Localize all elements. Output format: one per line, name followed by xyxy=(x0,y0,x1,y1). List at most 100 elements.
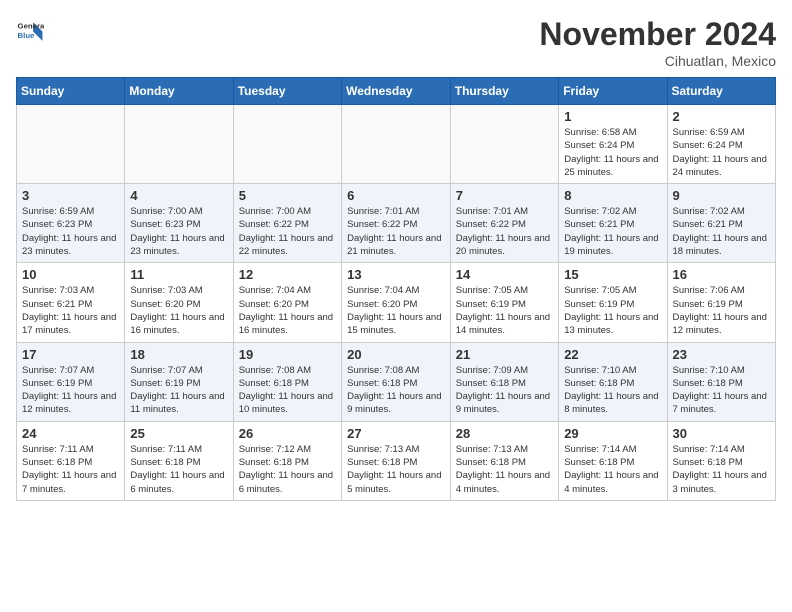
day-number: 5 xyxy=(239,188,336,203)
calendar-day: 17Sunrise: 7:07 AM Sunset: 6:19 PM Dayli… xyxy=(17,342,125,421)
calendar-week: 17Sunrise: 7:07 AM Sunset: 6:19 PM Dayli… xyxy=(17,342,776,421)
calendar-day: 13Sunrise: 7:04 AM Sunset: 6:20 PM Dayli… xyxy=(342,263,451,342)
calendar-day: 15Sunrise: 7:05 AM Sunset: 6:19 PM Dayli… xyxy=(559,263,667,342)
day-number: 19 xyxy=(239,347,336,362)
day-info: Sunrise: 7:00 AM Sunset: 6:22 PM Dayligh… xyxy=(239,205,336,258)
day-number: 4 xyxy=(130,188,227,203)
day-info: Sunrise: 7:07 AM Sunset: 6:19 PM Dayligh… xyxy=(22,364,119,417)
calendar-week: 24 Sunrise: 7:11 AM Sunset: 6:18 PM Dayli… xyxy=(17,421,776,500)
calendar-day: 22 Sunrise: 7:10 AM Sunset: 6:18 PM Dayli… xyxy=(559,342,667,421)
weekday-header: Tuesday xyxy=(233,78,341,105)
day-number: 27 xyxy=(347,426,445,441)
day-info: Sunrise: 6:59 AM Sunset: 6:23 PM Dayligh… xyxy=(22,205,119,258)
calendar-day: 19 Sunrise: 7:08 AM Sunset: 6:18 PM Dayli… xyxy=(233,342,341,421)
day-info: Sunrise: 7:05 AM Sunset: 6:19 PM Dayligh… xyxy=(564,284,661,337)
calendar-day xyxy=(125,105,233,184)
day-info: Sunrise: 7:06 AM Sunset: 6:19 PM Dayligh… xyxy=(673,284,771,337)
svg-text:Blue: Blue xyxy=(18,31,36,40)
calendar-day: 12 Sunrise: 7:04 AM Sunset: 6:20 PM Dayli… xyxy=(233,263,341,342)
day-info: Sunrise: 7:01 AM Sunset: 6:22 PM Dayligh… xyxy=(347,205,445,258)
calendar-day: 30 Sunrise: 7:14 AM Sunset: 6:18 PM Dayli… xyxy=(667,421,776,500)
day-number: 25 xyxy=(130,426,227,441)
day-number: 18 xyxy=(130,347,227,362)
calendar-day: 25 Sunrise: 7:11 AM Sunset: 6:18 PM Dayli… xyxy=(125,421,233,500)
day-info: Sunrise: 7:02 AM Sunset: 6:21 PM Dayligh… xyxy=(564,205,661,258)
weekday-header: Thursday xyxy=(450,78,558,105)
day-info: Sunrise: 7:05 AM Sunset: 6:19 PM Dayligh… xyxy=(456,284,553,337)
calendar-week: 3 Sunrise: 6:59 AM Sunset: 6:23 PM Daylig… xyxy=(17,184,776,263)
calendar-day xyxy=(342,105,451,184)
day-info: Sunrise: 7:11 AM Sunset: 6:18 PM Dayligh… xyxy=(130,443,227,496)
month-title: November 2024 xyxy=(539,16,776,53)
day-info: Sunrise: 7:01 AM Sunset: 6:22 PM Dayligh… xyxy=(456,205,553,258)
day-info: Sunrise: 7:13 AM Sunset: 6:18 PM Dayligh… xyxy=(456,443,553,496)
day-info: Sunrise: 7:00 AM Sunset: 6:23 PM Dayligh… xyxy=(130,205,227,258)
logo: General Blue xyxy=(16,16,44,44)
day-number: 6 xyxy=(347,188,445,203)
weekday-header: Sunday xyxy=(17,78,125,105)
calendar-day: 3 Sunrise: 6:59 AM Sunset: 6:23 PM Daylig… xyxy=(17,184,125,263)
day-info: Sunrise: 7:04 AM Sunset: 6:20 PM Dayligh… xyxy=(239,284,336,337)
calendar-day: 2Sunrise: 6:59 AM Sunset: 6:24 PM Daylig… xyxy=(667,105,776,184)
day-number: 30 xyxy=(673,426,771,441)
day-info: Sunrise: 7:07 AM Sunset: 6:19 PM Dayligh… xyxy=(130,364,227,417)
calendar-day: 14 Sunrise: 7:05 AM Sunset: 6:19 PM Dayli… xyxy=(450,263,558,342)
day-number: 12 xyxy=(239,267,336,282)
day-number: 8 xyxy=(564,188,661,203)
page-header: General Blue November 2024 Cihuatlan, Me… xyxy=(16,16,776,69)
day-number: 10 xyxy=(22,267,119,282)
day-info: Sunrise: 7:08 AM Sunset: 6:18 PM Dayligh… xyxy=(239,364,336,417)
day-number: 26 xyxy=(239,426,336,441)
day-number: 24 xyxy=(22,426,119,441)
day-number: 3 xyxy=(22,188,119,203)
weekday-header: Wednesday xyxy=(342,78,451,105)
day-number: 21 xyxy=(456,347,553,362)
day-info: Sunrise: 7:03 AM Sunset: 6:21 PM Dayligh… xyxy=(22,284,119,337)
day-info: Sunrise: 7:10 AM Sunset: 6:18 PM Dayligh… xyxy=(673,364,771,417)
calendar-day: 27 Sunrise: 7:13 AM Sunset: 6:18 PM Dayli… xyxy=(342,421,451,500)
day-info: Sunrise: 7:13 AM Sunset: 6:18 PM Dayligh… xyxy=(347,443,445,496)
calendar-day: 1Sunrise: 6:58 AM Sunset: 6:24 PM Daylig… xyxy=(559,105,667,184)
day-number: 28 xyxy=(456,426,553,441)
day-info: Sunrise: 7:10 AM Sunset: 6:18 PM Dayligh… xyxy=(564,364,661,417)
calendar-day: 18 Sunrise: 7:07 AM Sunset: 6:19 PM Dayli… xyxy=(125,342,233,421)
calendar-day: 11 Sunrise: 7:03 AM Sunset: 6:20 PM Dayli… xyxy=(125,263,233,342)
calendar-day xyxy=(450,105,558,184)
calendar-day xyxy=(233,105,341,184)
calendar-week: 1Sunrise: 6:58 AM Sunset: 6:24 PM Daylig… xyxy=(17,105,776,184)
calendar-day: 20 Sunrise: 7:08 AM Sunset: 6:18 PM Dayli… xyxy=(342,342,451,421)
calendar-day: 8 Sunrise: 7:02 AM Sunset: 6:21 PM Daylig… xyxy=(559,184,667,263)
day-info: Sunrise: 7:12 AM Sunset: 6:18 PM Dayligh… xyxy=(239,443,336,496)
day-number: 20 xyxy=(347,347,445,362)
weekday-header: Monday xyxy=(125,78,233,105)
day-number: 22 xyxy=(564,347,661,362)
calendar-day: 10 Sunrise: 7:03 AM Sunset: 6:21 PM Dayli… xyxy=(17,263,125,342)
calendar-day: 9Sunrise: 7:02 AM Sunset: 6:21 PM Daylig… xyxy=(667,184,776,263)
weekday-header: Saturday xyxy=(667,78,776,105)
svg-text:General: General xyxy=(18,21,44,30)
day-info: Sunrise: 7:14 AM Sunset: 6:18 PM Dayligh… xyxy=(564,443,661,496)
day-info: Sunrise: 7:03 AM Sunset: 6:20 PM Dayligh… xyxy=(130,284,227,337)
calendar-day: 21 Sunrise: 7:09 AM Sunset: 6:18 PM Dayli… xyxy=(450,342,558,421)
calendar-day: 4 Sunrise: 7:00 AM Sunset: 6:23 PM Daylig… xyxy=(125,184,233,263)
calendar-day: 24Sunrise: 7:11 AM Sunset: 6:18 PM Dayli… xyxy=(17,421,125,500)
day-info: Sunrise: 7:08 AM Sunset: 6:18 PM Dayligh… xyxy=(347,364,445,417)
day-number: 7 xyxy=(456,188,553,203)
day-number: 29 xyxy=(564,426,661,441)
title-area: November 2024 Cihuatlan, Mexico xyxy=(539,16,776,69)
calendar-day: 26 Sunrise: 7:12 AM Sunset: 6:18 PM Dayli… xyxy=(233,421,341,500)
calendar-day: 5 Sunrise: 7:00 AM Sunset: 6:22 PM Daylig… xyxy=(233,184,341,263)
day-number: 16 xyxy=(673,267,771,282)
calendar-week: 10 Sunrise: 7:03 AM Sunset: 6:21 PM Dayli… xyxy=(17,263,776,342)
calendar: SundayMondayTuesdayWednesdayThursdayFrid… xyxy=(16,77,776,501)
day-number: 11 xyxy=(130,267,227,282)
calendar-day: 29 Sunrise: 7:14 AM Sunset: 6:18 PM Dayli… xyxy=(559,421,667,500)
calendar-day: 6 Sunrise: 7:01 AM Sunset: 6:22 PM Daylig… xyxy=(342,184,451,263)
day-info: Sunrise: 7:14 AM Sunset: 6:18 PM Dayligh… xyxy=(673,443,771,496)
day-number: 1 xyxy=(564,109,661,124)
day-number: 14 xyxy=(456,267,553,282)
day-number: 13 xyxy=(347,267,445,282)
day-info: Sunrise: 6:59 AM Sunset: 6:24 PM Dayligh… xyxy=(673,126,771,179)
calendar-day: 28 Sunrise: 7:13 AM Sunset: 6:18 PM Dayli… xyxy=(450,421,558,500)
day-info: Sunrise: 7:09 AM Sunset: 6:18 PM Dayligh… xyxy=(456,364,553,417)
